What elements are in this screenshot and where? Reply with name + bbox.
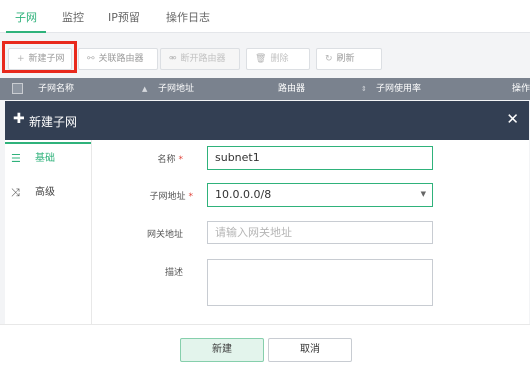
cancel-button[interactable]: 取消	[268, 338, 352, 362]
name-input[interactable]: subnet1	[207, 146, 433, 170]
sort-icon[interactable]: ▲	[142, 78, 147, 100]
list-icon: ☰	[11, 152, 21, 165]
side-item-label: 高级	[35, 187, 55, 198]
plus-icon: ✚	[13, 111, 25, 127]
dialog-side-nav: ☰ 基础 ⤨ 高级	[5, 140, 91, 334]
dialog-footer: 新建 取消	[0, 324, 530, 374]
tab-monitor[interactable]: 监控	[62, 0, 84, 33]
select-all-checkbox[interactable]	[12, 83, 23, 94]
description-textarea[interactable]	[207, 259, 433, 306]
side-item-advanced[interactable]: ⤨ 高级	[5, 178, 91, 208]
refresh-label: 刷新	[336, 54, 355, 64]
unlink-icon: ⚮	[169, 54, 177, 64]
disconnect-router-label: 断开路由器	[180, 54, 226, 64]
dialog-header: ✚ 新建子网 ✕	[5, 101, 529, 140]
gateway-label: 网关地址	[146, 230, 183, 240]
table-header: 子网名称 ▲ 子网地址 路由器 ⇕ 子网使用率 操作	[0, 78, 530, 100]
side-item-basic[interactable]: ☰ 基础	[5, 142, 91, 172]
cidr-label-text: 子网地址	[149, 192, 186, 202]
chevron-down-icon: ▼	[420, 190, 426, 198]
refresh-button[interactable]: ↻ 刷新	[316, 48, 382, 70]
cidr-value: 10.0.0.0/8	[215, 188, 272, 201]
associate-router-button[interactable]: ⚯ 关联路由器	[78, 48, 158, 70]
name-label: 名称 *	[103, 152, 183, 165]
create-button[interactable]: 新建	[180, 338, 264, 362]
top-tabs: 子网 监控 IP预留 操作日志	[0, 0, 530, 33]
column-header-usage[interactable]: 子网使用率	[376, 78, 421, 100]
tab-ip-reservation[interactable]: IP预留	[108, 0, 140, 33]
dialog-title: 新建子网	[29, 115, 78, 129]
delete-button[interactable]: 🗑 删除	[246, 48, 310, 70]
required-mark: *	[178, 155, 184, 165]
refresh-icon: ↻	[325, 54, 333, 64]
annotation-highlight-box	[2, 41, 77, 73]
column-header-name[interactable]: 子网名称	[38, 78, 74, 100]
tab-subnet[interactable]: 子网	[6, 0, 46, 33]
close-icon[interactable]: ✕	[506, 110, 519, 128]
link-icon: ⚯	[87, 54, 95, 64]
column-header-operations: 操作	[512, 84, 530, 94]
sort-icon[interactable]: ⇕	[361, 78, 367, 100]
cidr-label: 子网地址 *	[113, 189, 193, 202]
name-label-text: 名称	[157, 155, 176, 165]
description-label: 描述	[164, 268, 183, 278]
toolbar: + 新建子网 ⚯ 关联路由器 ⚮ 断开路由器 🗑 删除 ↻ 刷新	[0, 33, 530, 78]
disconnect-router-button[interactable]: ⚮ 断开路由器	[160, 48, 240, 70]
required-mark: *	[188, 192, 194, 202]
gateway-input[interactable]: 请输入网关地址	[207, 221, 433, 244]
shuffle-icon: ⤨	[11, 186, 20, 199]
column-header-address[interactable]: 子网地址	[158, 78, 194, 100]
tab-operation-log[interactable]: 操作日志	[166, 0, 210, 33]
trash-icon: 🗑	[255, 54, 267, 64]
delete-label: 删除	[270, 54, 289, 64]
cidr-select[interactable]: 10.0.0.0/8 ▼	[207, 183, 433, 207]
column-header-router[interactable]: 路由器	[278, 78, 305, 100]
associate-router-label: 关联路由器	[98, 54, 144, 64]
side-item-label: 基础	[35, 153, 55, 164]
